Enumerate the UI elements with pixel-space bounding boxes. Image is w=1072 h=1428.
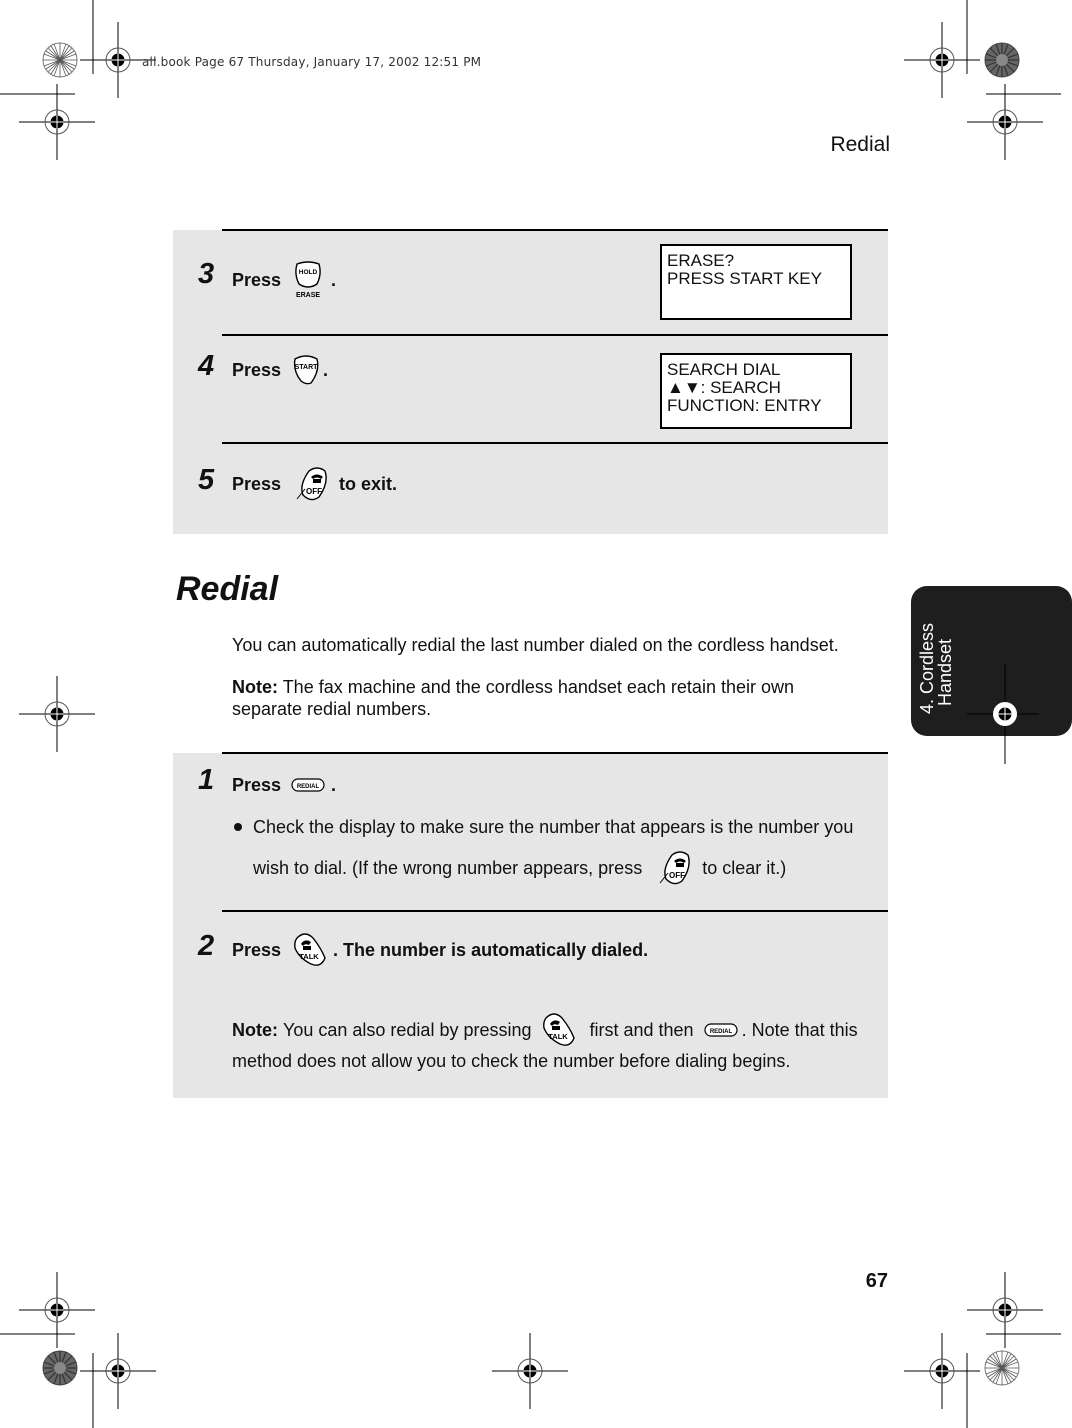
step-3-instruction: Press HOLD ERASE . [232, 258, 336, 302]
bullet-text-continued: wish to dial. (If the wrong number appea… [253, 848, 786, 888]
note-label: Note: [232, 1020, 278, 1040]
svg-text:OFF: OFF [306, 487, 322, 496]
note-text: The fax machine and the cordless handset… [282, 677, 794, 697]
section-title: Redial [176, 570, 279, 608]
step-punctuation: . [331, 269, 337, 290]
step-number: 4 [198, 350, 215, 382]
lcd-line: ▲▼: SEARCH [667, 378, 781, 397]
off-phone-key-icon: OFF [654, 849, 694, 887]
bullet-text: Check the display to make sure the numbe… [253, 817, 854, 837]
step-2-note: Note: You can also redial by pressing TA… [232, 1010, 858, 1050]
lcd-line: ERASE? [667, 251, 735, 270]
press-label: Press [232, 269, 282, 290]
print-slug: all.book Page 67 Thursday, January 17, 2… [142, 55, 482, 69]
lcd-display-search: SEARCH DIAL ▲▼: SEARCH FUNCTION: ENTRY [660, 353, 852, 429]
lcd-line: SEARCH DIAL [667, 360, 781, 379]
svg-text:TALK: TALK [299, 952, 319, 961]
running-head: Redial [830, 133, 890, 156]
hold-erase-key-icon: HOLD ERASE [291, 260, 325, 300]
step-number: 2 [198, 930, 215, 962]
section-note: Note: The fax machine and the cordless h… [232, 676, 794, 720]
step-number: 5 [198, 464, 215, 496]
step-punctuation: . [323, 359, 329, 380]
talk-phone-key-icon: TALK [540, 1010, 578, 1050]
step-number: 1 [198, 764, 215, 796]
svg-text:START: START [295, 364, 319, 371]
step-1-instruction: Press REDIAL . [232, 772, 336, 798]
step-trailing-text: to exit. [339, 473, 398, 494]
tab-crosshair-icon [967, 664, 1039, 764]
step-number: 3 [198, 258, 215, 290]
page-number: 67 [865, 1270, 888, 1292]
svg-text:REDIAL: REDIAL [297, 784, 320, 790]
step-5-instruction: Press OFF to exit. [232, 464, 397, 504]
bullet-icon [234, 823, 242, 831]
press-label: Press [232, 473, 282, 494]
step-trailing-text: . The number is automatically dialed. [333, 939, 649, 960]
svg-text:OFF: OFF [669, 871, 685, 880]
redial-key-icon: REDIAL [291, 777, 325, 793]
svg-text:HOLD: HOLD [299, 269, 318, 276]
step-divider [222, 229, 888, 231]
svg-text:TALK: TALK [548, 1032, 568, 1041]
step-divider [222, 910, 888, 912]
press-label: Press [232, 939, 282, 960]
step-divider [222, 442, 888, 444]
step-divider [222, 752, 888, 754]
step-2-note-continued: method does not allow you to check the n… [232, 1051, 791, 1071]
redial-key-icon: REDIAL [703, 1022, 738, 1038]
start-key-icon: START [291, 353, 321, 387]
step-2-instruction: Press TALK . The number is automatically… [232, 930, 648, 970]
step-divider [222, 334, 888, 336]
svg-text:ERASE: ERASE [296, 292, 320, 299]
svg-text:REDIAL: REDIAL [709, 1029, 732, 1035]
press-label: Press [232, 359, 282, 380]
talk-phone-key-icon: TALK [291, 930, 329, 970]
press-label: Press [232, 774, 282, 795]
step-punctuation: . [331, 774, 337, 795]
section-intro: You can automatically redial the last nu… [232, 635, 839, 655]
lcd-display-erase: ERASE? PRESS START KEY [660, 244, 852, 320]
lcd-line: FUNCTION: ENTRY [667, 396, 822, 415]
off-phone-key-icon: OFF [291, 465, 331, 503]
note-label: Note: [232, 677, 278, 697]
lcd-line: PRESS START KEY [667, 269, 822, 288]
step-4-instruction: Press START . [232, 352, 328, 388]
note-text: separate redial numbers. [232, 699, 432, 719]
chapter-tab-label: 4. Cordless Handset [917, 622, 955, 714]
